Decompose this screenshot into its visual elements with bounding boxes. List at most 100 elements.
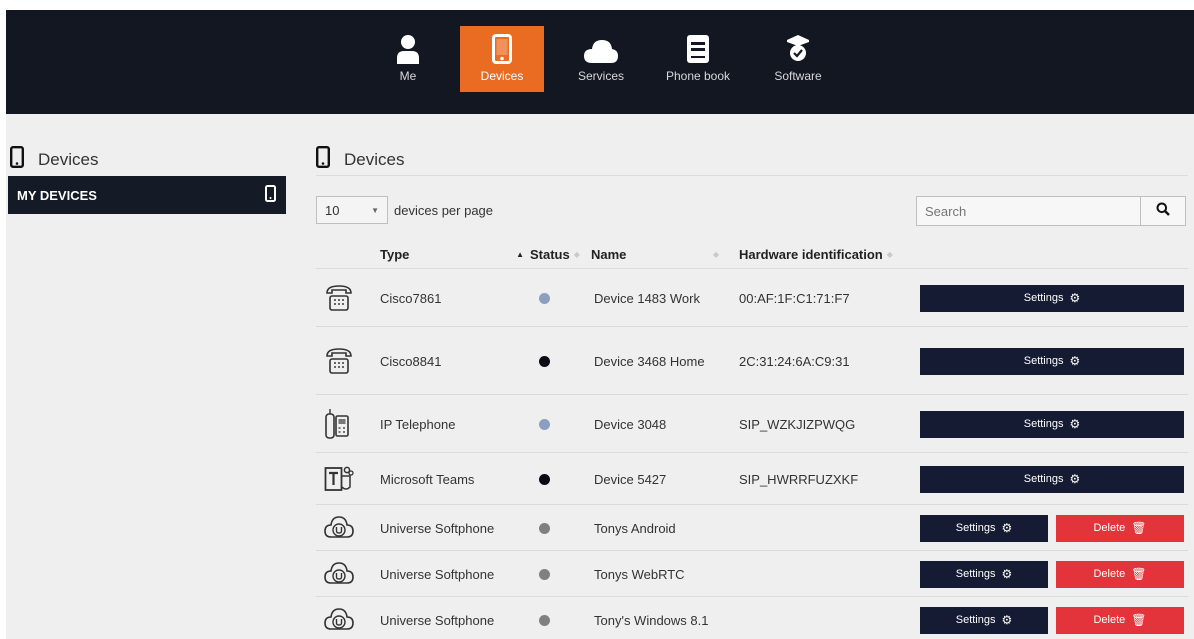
- column-label: Hardware identification: [739, 246, 883, 262]
- device-type: Microsoft Teams: [380, 471, 475, 487]
- settings-button[interactable]: Settings ⚙: [920, 465, 1184, 493]
- search-input[interactable]: [917, 197, 1140, 225]
- nav-item-software[interactable]: Software: [766, 26, 830, 92]
- app-screen: Me Devices Services Phone book Software: [6, 10, 1194, 639]
- book-icon: [686, 32, 710, 64]
- per-page-label: devices per page: [394, 202, 494, 218]
- device-name: Device 3468 Home: [594, 353, 705, 369]
- device-type: Universe Softphone: [380, 612, 495, 628]
- gears-icon: ⚙: [1001, 521, 1013, 535]
- column-header-status[interactable]: Status ◆: [530, 240, 580, 268]
- settings-button[interactable]: Settings ⚙: [920, 606, 1048, 634]
- softphone-cloud-icon: [324, 551, 354, 597]
- phone-icon: [492, 32, 512, 64]
- desk-phone-icon: [324, 269, 354, 327]
- button-label: Delete: [1093, 522, 1126, 534]
- hardware-id: 00:AF:1F:C1:71:F7: [739, 290, 850, 306]
- status-indicator: [539, 551, 550, 597]
- button-label: Settings: [1023, 292, 1064, 304]
- nav-item-devices[interactable]: Devices: [460, 26, 544, 92]
- sort-ascending-icon: ▲: [516, 249, 524, 259]
- button-label: Settings: [955, 614, 996, 626]
- per-page-value: 10: [325, 202, 340, 218]
- nav-label: Devices: [480, 69, 524, 83]
- nav-item-me[interactable]: Me: [380, 26, 436, 92]
- sidebar-title-text: Devices: [38, 149, 99, 169]
- column-header-name[interactable]: Name ◆: [591, 240, 719, 268]
- cloud-icon: [583, 32, 619, 64]
- hardware-id: SIP_HWRRFUZXKF: [739, 471, 859, 487]
- gears-icon: ⚙: [1069, 291, 1081, 305]
- gears-icon: ⚙: [1001, 613, 1013, 627]
- nav-item-phone-book[interactable]: Phone book: [658, 26, 738, 92]
- sidebar-item-my-devices[interactable]: MY DEVICES: [8, 176, 286, 214]
- status-dot: [539, 614, 550, 626]
- hardware-id: 2C:31:24:6A:C9:31: [739, 353, 850, 369]
- status-indicator: [539, 395, 550, 453]
- status-dot: [539, 292, 550, 304]
- nav-item-services[interactable]: Services: [566, 26, 636, 92]
- trash-icon: 🗑: [1131, 613, 1147, 627]
- status-dot: [539, 355, 550, 367]
- column-header-type[interactable]: Type ▲: [380, 240, 524, 268]
- status-dot: [539, 473, 550, 485]
- column-header-hardware-identification[interactable]: Hardware identification ◆: [739, 240, 893, 268]
- status-dot: [539, 568, 550, 580]
- search-box: [916, 196, 1186, 226]
- software-icon: [785, 32, 811, 64]
- status-dot: [539, 522, 550, 534]
- sort-icon: ◆: [712, 249, 719, 259]
- device-name: Device 1483 Work: [594, 290, 700, 306]
- desk-phone-icon: [324, 327, 354, 395]
- delete-button[interactable]: Delete 🗑: [1056, 514, 1184, 542]
- table-row: Universe Softphone Tony's Windows 8.1 Se…: [316, 596, 1188, 639]
- device-type: Universe Softphone: [380, 566, 495, 582]
- button-label: Settings: [1023, 473, 1064, 485]
- nav-label: Me: [399, 69, 417, 83]
- device-type: Cisco7861: [380, 290, 442, 306]
- status-indicator: [539, 269, 550, 327]
- settings-button[interactable]: Settings ⚙: [920, 347, 1184, 375]
- button-label: Delete: [1093, 614, 1126, 626]
- device-name: Device 5427: [594, 471, 667, 487]
- status-indicator: [539, 327, 550, 395]
- button-label: Settings: [1023, 355, 1064, 367]
- page-title-text: Devices: [344, 149, 405, 169]
- button-label: Settings: [1023, 418, 1064, 430]
- teams-icon: [324, 453, 354, 505]
- gears-icon: ⚙: [1069, 354, 1081, 368]
- settings-button[interactable]: Settings ⚙: [920, 514, 1048, 542]
- sidebar-item-label: MY DEVICES: [17, 187, 97, 203]
- nav-label: Phone book: [665, 69, 731, 83]
- device-name: Tonys WebRTC: [594, 566, 685, 582]
- button-label: Delete: [1093, 568, 1126, 580]
- phone-icon: [316, 146, 344, 173]
- hardware-id: SIP_WZKJIZPWQG: [739, 416, 856, 432]
- table-row: Cisco8841 Device 3468 Home 2C:31:24:6A:C…: [316, 326, 1188, 395]
- button-label: Settings: [955, 522, 996, 534]
- ip-phone-icon: [324, 395, 350, 453]
- delete-button[interactable]: Delete 🗑: [1056, 560, 1184, 588]
- search-button[interactable]: [1140, 197, 1185, 225]
- top-navigation: Me Devices Services Phone book Software: [6, 10, 1194, 114]
- divider: [316, 175, 1188, 176]
- person-icon: [396, 32, 420, 64]
- column-label: Name: [591, 246, 627, 262]
- nav-label: Services: [577, 69, 624, 83]
- status-indicator: [539, 597, 550, 639]
- phone-icon: [265, 185, 276, 205]
- table-header: Type ▲ Status ◆ Name ◆ Hardware identifi…: [6, 240, 1194, 268]
- sidebar-title: Devices: [10, 146, 98, 173]
- nav-label: Software: [774, 69, 822, 83]
- per-page-select[interactable]: 10 ▼: [316, 196, 388, 224]
- settings-button[interactable]: Settings ⚙: [920, 284, 1184, 312]
- delete-button[interactable]: Delete 🗑: [1056, 606, 1184, 634]
- settings-button[interactable]: Settings ⚙: [920, 410, 1184, 438]
- settings-button[interactable]: Settings ⚙: [920, 560, 1048, 588]
- column-label: Status: [530, 246, 570, 262]
- device-type: Cisco8841: [380, 353, 442, 369]
- button-label: Settings: [955, 568, 996, 580]
- status-indicator: [539, 453, 550, 505]
- table-row: Universe Softphone Tonys Android Setting…: [316, 504, 1188, 551]
- gears-icon: ⚙: [1069, 417, 1081, 431]
